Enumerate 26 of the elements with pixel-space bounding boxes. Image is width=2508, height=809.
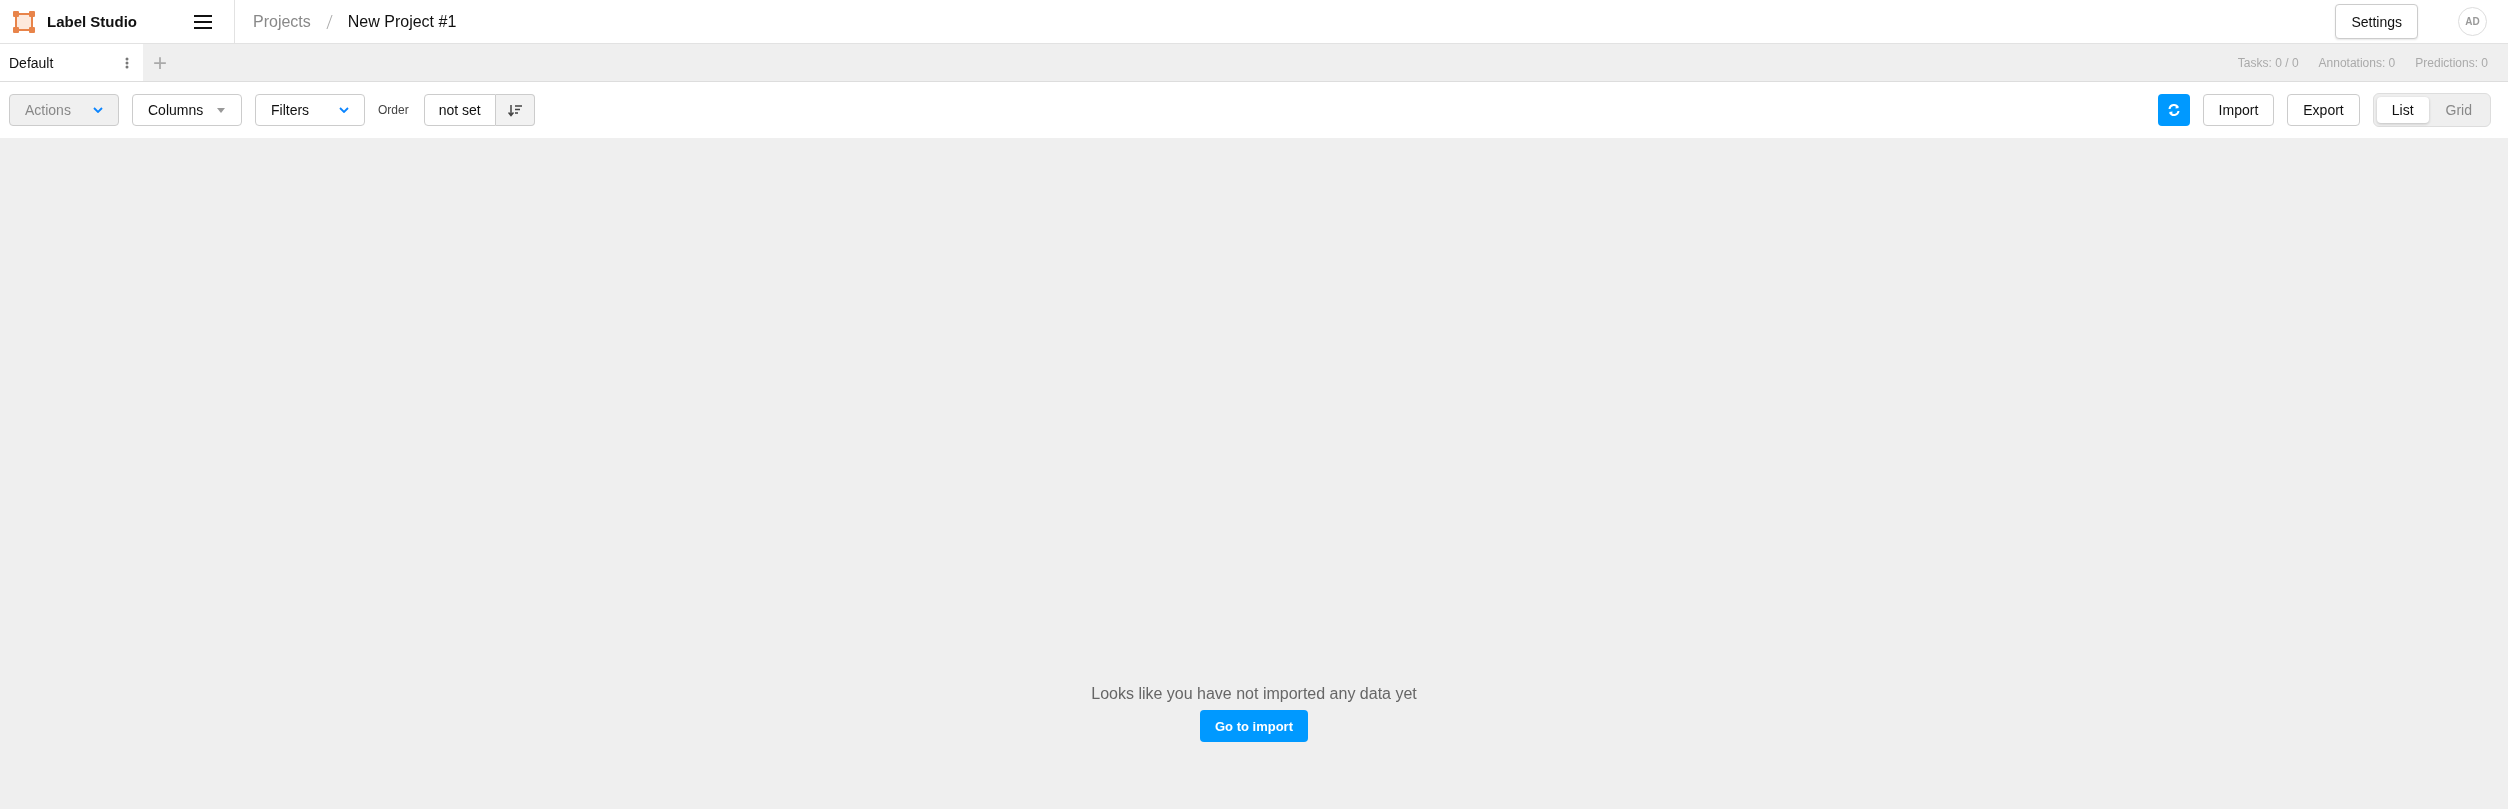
logo-icon bbox=[13, 10, 35, 33]
breadcrumb-link[interactable]: Projects bbox=[253, 12, 311, 31]
empty-message: Looks like you have not imported any data yet bbox=[1091, 685, 1417, 703]
order-label: Order bbox=[378, 103, 409, 117]
chevron-down-icon bbox=[339, 107, 349, 113]
menu-icon[interactable] bbox=[194, 14, 212, 29]
stat-label: Predictions: 0 bbox=[2415, 55, 2488, 70]
import-button[interactable]: Import bbox=[2202, 94, 2275, 126]
columns-dropdown[interactable]: Columns bbox=[132, 94, 242, 126]
app-name: Label Studio bbox=[47, 13, 137, 30]
chevron-down-icon bbox=[93, 107, 103, 113]
refresh-icon bbox=[2166, 103, 2181, 117]
sort-icon bbox=[507, 103, 522, 117]
sort-direction-button[interactable] bbox=[495, 94, 535, 126]
refresh-button[interactable] bbox=[2157, 94, 2190, 126]
order-select[interactable]: not set bbox=[423, 94, 496, 126]
stat-label: Tasks: 0 / 0 bbox=[2237, 55, 2299, 70]
project-title: New Project #1 bbox=[347, 12, 457, 31]
stat-label: Annotations: 0 bbox=[2318, 55, 2396, 70]
more-icon[interactable] bbox=[125, 56, 129, 69]
view-option[interactable]: List bbox=[2376, 97, 2429, 123]
settings-button[interactable]: Settings bbox=[2335, 4, 2418, 39]
caret-down-icon bbox=[216, 107, 226, 113]
export-button[interactable]: Export bbox=[2287, 94, 2360, 126]
filters-dropdown[interactable]: Filters bbox=[255, 94, 365, 126]
view-tab[interactable]: Default bbox=[0, 44, 143, 81]
